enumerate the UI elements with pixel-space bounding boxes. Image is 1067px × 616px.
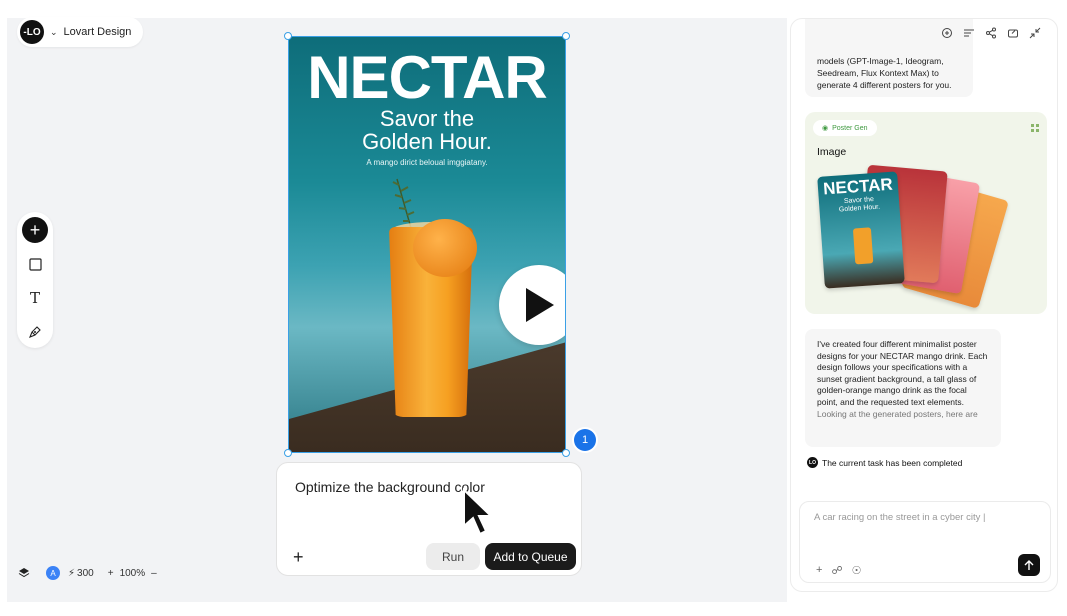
zoom-controls: + 100% –: [108, 568, 157, 579]
resize-handle-bottom-left[interactable]: [284, 449, 292, 457]
run-button[interactable]: Run: [426, 543, 480, 570]
square-icon: [28, 257, 42, 271]
text-icon: T: [29, 289, 40, 307]
input-tools: + ☍ ☉: [816, 564, 861, 577]
assistant-panel: models (GPT-Image-1, Ideogram, Seedream,…: [790, 18, 1058, 592]
grid-view-icon[interactable]: [1031, 124, 1039, 132]
mouse-cursor-icon: [463, 488, 494, 536]
zoom-in-button[interactable]: +: [108, 568, 114, 579]
project-switcher[interactable]: -LO ⌄ Lovart Design: [17, 17, 144, 47]
poster-subtitle-line2: Golden Hour.: [362, 129, 492, 154]
panel-header-actions: [941, 27, 1041, 39]
collapse-icon[interactable]: [1029, 27, 1041, 39]
assistant-summary-message: I've created four different minimalist p…: [805, 329, 1001, 447]
share-icon[interactable]: [985, 27, 997, 39]
lovart-logo: -LO: [20, 20, 44, 44]
poster-subtitle: Savor the Golden Hour.: [289, 107, 565, 153]
left-toolbar: + T: [17, 212, 53, 348]
generated-image-card[interactable]: ◉ Poster Gen Image NECTAR Savor the Gold…: [805, 112, 1047, 314]
add-tool-button[interactable]: +: [22, 217, 48, 243]
prompt-input[interactable]: Optimize the background color: [295, 479, 485, 495]
add-icon[interactable]: +: [816, 564, 822, 577]
thumb-glass: [852, 227, 874, 265]
plus-icon: +: [293, 547, 304, 567]
lovart-logo-small: LO: [807, 457, 818, 468]
tool-tag: ◉ Poster Gen: [813, 120, 877, 136]
resize-handle-bottom-right[interactable]: [562, 449, 570, 457]
poster-subtitle-line1: Savor the: [379, 106, 475, 131]
user-avatar[interactable]: A: [46, 566, 60, 580]
selection-count-badge[interactable]: 1: [574, 429, 596, 451]
summary-text: I've created four different minimalist p…: [817, 339, 988, 407]
add-to-queue-button[interactable]: Add to Queue: [485, 543, 576, 570]
play-icon: [526, 288, 554, 322]
chevron-down-icon: ⌄: [50, 26, 58, 37]
resize-handle-top-right[interactable]: [562, 32, 570, 40]
chat-input[interactable]: [814, 512, 1034, 523]
edit-prompt-box: Optimize the background color + Run Add …: [276, 462, 582, 576]
lightning-icon: ⚡: [68, 567, 76, 579]
play-button[interactable]: [499, 265, 565, 345]
zoom-out-button[interactable]: –: [151, 568, 157, 579]
tool-tag-label: Poster Gen: [832, 124, 868, 132]
credits-counter[interactable]: ⚡ 300: [68, 568, 94, 579]
task-complete-status: LO The current task has been completed: [807, 457, 962, 468]
shape-tool-button[interactable]: [22, 251, 48, 277]
eye-icon: ◉: [822, 125, 829, 132]
mango-slice: [413, 219, 477, 277]
globe-icon[interactable]: ☉: [852, 564, 862, 577]
poster-thumb-1: NECTAR Savor the Golden Hour.: [817, 171, 905, 289]
poster-thumbnails: NECTAR Savor the Golden Hour.: [817, 162, 1009, 309]
status-bar: A ⚡ 300 + 100% –: [18, 566, 157, 580]
credits-value: 300: [77, 567, 94, 579]
pen-icon: [29, 326, 41, 338]
open-folder-icon[interactable]: [1007, 27, 1019, 39]
summary-text-tail: Looking at the generated posters, here a…: [817, 408, 978, 419]
add-attachment-button[interactable]: +: [293, 547, 304, 568]
project-name: Lovart Design: [63, 26, 132, 38]
pen-tool-button[interactable]: [22, 319, 48, 345]
layers-icon[interactable]: [18, 567, 30, 579]
text-tool-button[interactable]: T: [22, 285, 48, 311]
resize-handle-top-left[interactable]: [284, 32, 292, 40]
card-title: Image: [817, 146, 847, 158]
arrow-up-icon: [1024, 559, 1034, 570]
poster-image: NECTAR Savor the Golden Hour. A mango di…: [289, 37, 565, 452]
send-button[interactable]: [1018, 554, 1040, 576]
chat-input-box: + ☍ ☉: [799, 501, 1051, 583]
new-chat-icon[interactable]: [941, 27, 953, 39]
poster-title: NECTAR: [307, 44, 548, 111]
complete-text: The current task has been completed: [822, 457, 963, 468]
plus-icon: +: [29, 220, 41, 240]
link-icon[interactable]: ☍: [831, 564, 842, 577]
selected-poster-frame[interactable]: NECTAR Savor the Golden Hour. A mango di…: [284, 32, 570, 457]
history-list-icon[interactable]: [963, 27, 975, 39]
zoom-level: 100%: [119, 567, 146, 579]
poster-tagline: A mango dirict beloual imggiatany.: [366, 158, 488, 167]
